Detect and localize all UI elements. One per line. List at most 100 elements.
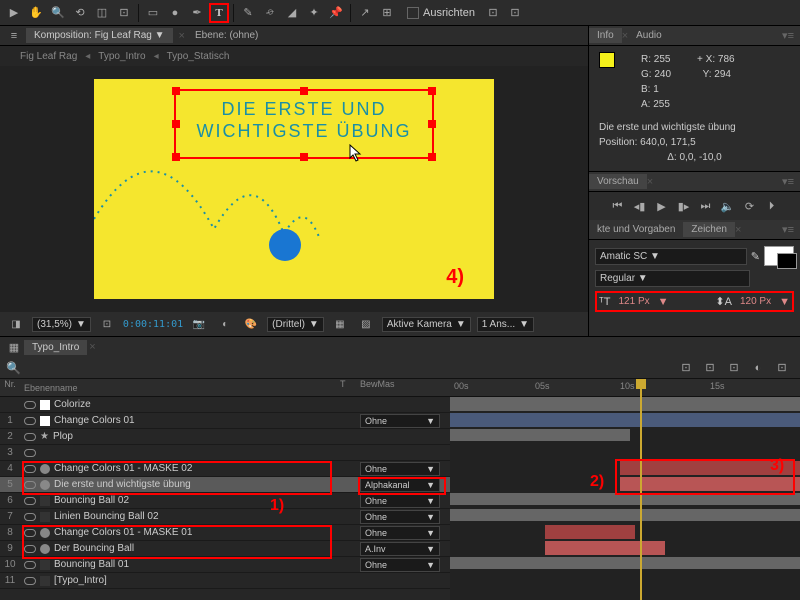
play-icon[interactable]: ▶ — [654, 198, 670, 214]
tab-character[interactable]: Zeichen — [683, 222, 735, 237]
puppet-tool[interactable]: 📌 — [326, 3, 346, 23]
tab-effects[interactable]: kte und Vorgaben — [589, 222, 683, 237]
layer-row[interactable]: 10 Bouncing Ball 01Ohne ▼ — [0, 557, 450, 573]
zoom-dropdown[interactable]: (31,5%)▼ — [32, 317, 91, 332]
font-family-dropdown[interactable]: Amatic SC ▼ — [595, 248, 747, 265]
zoom-tool[interactable]: 🔍 — [48, 3, 68, 23]
resolution-dropdown[interactable]: (Drittel)▼ — [267, 317, 324, 332]
layer-row[interactable]: 2★ Plop — [0, 429, 450, 445]
layer-row[interactable]: 6 Bouncing Ball 02Ohne ▼ — [0, 493, 450, 509]
tl-opt-1[interactable]: ⊡ — [676, 358, 696, 378]
panel-menu-icon[interactable]: ≡ — [4, 26, 24, 46]
timeline-menu-icon[interactable]: ▦ — [4, 337, 24, 357]
channel-icon[interactable]: ◐ — [215, 314, 235, 334]
brush-tool[interactable]: ✎ — [238, 3, 258, 23]
footer-btn-1[interactable]: ◨ — [6, 314, 26, 334]
roi-icon[interactable]: ▦ — [330, 314, 350, 334]
panel-menu-icon[interactable]: ▾≡ — [782, 29, 800, 42]
tab-info[interactable]: Info — [589, 28, 622, 43]
tl-opt-2[interactable]: ⊡ — [700, 358, 720, 378]
color-mgmt-icon[interactable]: 🎨 — [241, 314, 261, 334]
leading-input[interactable]: 120 Px — [740, 296, 771, 307]
matte-dropdown[interactable]: Ohne ▼ — [360, 494, 440, 508]
tab-audio[interactable]: Audio — [628, 28, 670, 43]
tl-opt-4[interactable]: ◐ — [748, 358, 768, 378]
composition-canvas[interactable]: DIE ERSTE UND WICHTIGSTE ÜBUNG 4) — [94, 79, 494, 299]
canvas-text: DIE ERSTE UND WICHTIGSTE ÜBUNG — [176, 91, 432, 142]
clone-tool[interactable]: ⌮ — [260, 3, 280, 23]
layer-name: Bouncing Ball 01 — [54, 559, 129, 570]
fill-stroke-swatch[interactable] — [764, 246, 794, 266]
eyedropper-icon[interactable]: ✎ — [751, 250, 760, 263]
camera-tool[interactable]: ◫ — [92, 3, 112, 23]
tl-opt-5[interactable]: ⊡ — [772, 358, 792, 378]
crumb-1[interactable]: Typo_Intro — [98, 51, 145, 62]
roto-tool[interactable]: ✦ — [304, 3, 324, 23]
viewer-footer: ◨ (31,5%)▼ ⊡ 0:00:11:01 📷 ◐ 🎨 (Drittel)▼… — [0, 312, 588, 336]
camera-dropdown[interactable]: Aktive Kamera▼ — [382, 317, 471, 332]
snapshot-icon[interactable]: 📷 — [189, 314, 209, 334]
visibility-icon[interactable] — [24, 513, 36, 521]
matte-dropdown[interactable]: Ohne ▼ — [360, 414, 440, 428]
align-checkbox[interactable]: Ausrichten — [407, 7, 475, 19]
time-ruler[interactable]: 00s 05s 10s 15s — [450, 379, 800, 397]
shape-ellipse-tool[interactable]: ● — [165, 3, 185, 23]
crumb-0[interactable]: Fig Leaf Rag — [20, 51, 77, 62]
pan-behind-tool[interactable]: ⊡ — [114, 3, 134, 23]
next-frame-icon[interactable]: ▮▸ — [676, 198, 692, 214]
text-tool[interactable]: T — [209, 3, 229, 23]
timeline-track-area[interactable]: 00s 05s 10s 15s 2) 3) — [450, 379, 800, 600]
visibility-icon[interactable] — [24, 497, 36, 505]
prev-frame-icon[interactable]: ◂▮ — [632, 198, 648, 214]
last-frame-icon[interactable]: ⏭ — [698, 198, 714, 214]
transparency-icon[interactable]: ▨ — [356, 314, 376, 334]
rotate-tool[interactable]: ⟲ — [70, 3, 90, 23]
visibility-icon[interactable] — [24, 401, 36, 409]
font-size-input[interactable]: 121 Px — [618, 296, 649, 307]
pen-tool[interactable]: ✒ — [187, 3, 207, 23]
matte-dropdown[interactable]: Ohne ▼ — [360, 558, 440, 572]
option-tool-2[interactable]: ⊞ — [377, 3, 397, 23]
tab-layer[interactable]: Ebene: (ohne) — [187, 28, 266, 43]
visibility-icon[interactable] — [24, 417, 36, 425]
ram-preview-icon[interactable]: ⏵ — [764, 198, 780, 214]
option-tool-1[interactable]: ↗ — [355, 3, 375, 23]
panel-menu-icon[interactable]: ▾≡ — [782, 175, 800, 188]
views-dropdown[interactable]: 1 Ans...▼ — [477, 317, 534, 332]
eraser-tool[interactable]: ◢ — [282, 3, 302, 23]
first-frame-icon[interactable]: ⏮ — [610, 198, 626, 214]
matte-dropdown[interactable]: A.Inv ▼ — [360, 542, 440, 556]
shape-rect-tool[interactable]: ▭ — [143, 3, 163, 23]
hand-tool[interactable]: ✋ — [26, 3, 46, 23]
search-icon[interactable]: 🔍 — [6, 361, 21, 375]
timecode-display[interactable]: 0:00:11:01 — [123, 319, 183, 330]
mute-icon[interactable]: 🔈 — [720, 198, 736, 214]
crumb-2[interactable]: Typo_Statisch — [167, 51, 230, 62]
snap-tool[interactable]: ⊡ — [483, 3, 503, 23]
matte-dropdown[interactable]: Ohne ▼ — [360, 510, 440, 524]
matte-dropdown[interactable]: Ohne ▼ — [360, 462, 440, 476]
font-style-dropdown[interactable]: Regular ▼ — [595, 270, 750, 287]
timeline-tab[interactable]: Typo_Intro — [24, 340, 87, 355]
visibility-icon[interactable] — [24, 449, 36, 457]
layer-row[interactable]: 3 — [0, 445, 450, 461]
visibility-icon[interactable] — [24, 433, 36, 441]
tab-composition[interactable]: Komposition: Fig Leaf Rag ▼ — [26, 28, 173, 43]
leading-icon: ⬍A — [715, 295, 732, 308]
matte-dropdown[interactable]: Ohne ▼ — [360, 526, 440, 540]
selection-tool[interactable]: ▶ — [4, 3, 24, 23]
footer-res-icon[interactable]: ⊡ — [97, 314, 117, 334]
tab-preview[interactable]: Vorschau — [589, 174, 647, 189]
layer-row[interactable]: 7 Linien Bouncing Ball 02Ohne ▼ — [0, 509, 450, 525]
tl-opt-3[interactable]: ⊡ — [724, 358, 744, 378]
layer-row[interactable]: 11 [Typo_Intro] — [0, 573, 450, 589]
visibility-icon[interactable] — [24, 561, 36, 569]
text-selection-box[interactable]: DIE ERSTE UND WICHTIGSTE ÜBUNG — [174, 89, 434, 159]
canvas-viewport[interactable]: DIE ERSTE UND WICHTIGSTE ÜBUNG 4) — [0, 66, 588, 312]
loop-icon[interactable]: ⟳ — [742, 198, 758, 214]
visibility-icon[interactable] — [24, 577, 36, 585]
layer-row[interactable]: 1 Change Colors 01Ohne ▼ — [0, 413, 450, 429]
panel-menu-icon[interactable]: ▾≡ — [782, 223, 800, 236]
grid-tool[interactable]: ⊡ — [505, 3, 525, 23]
layer-row[interactable]: Colorize — [0, 397, 450, 413]
